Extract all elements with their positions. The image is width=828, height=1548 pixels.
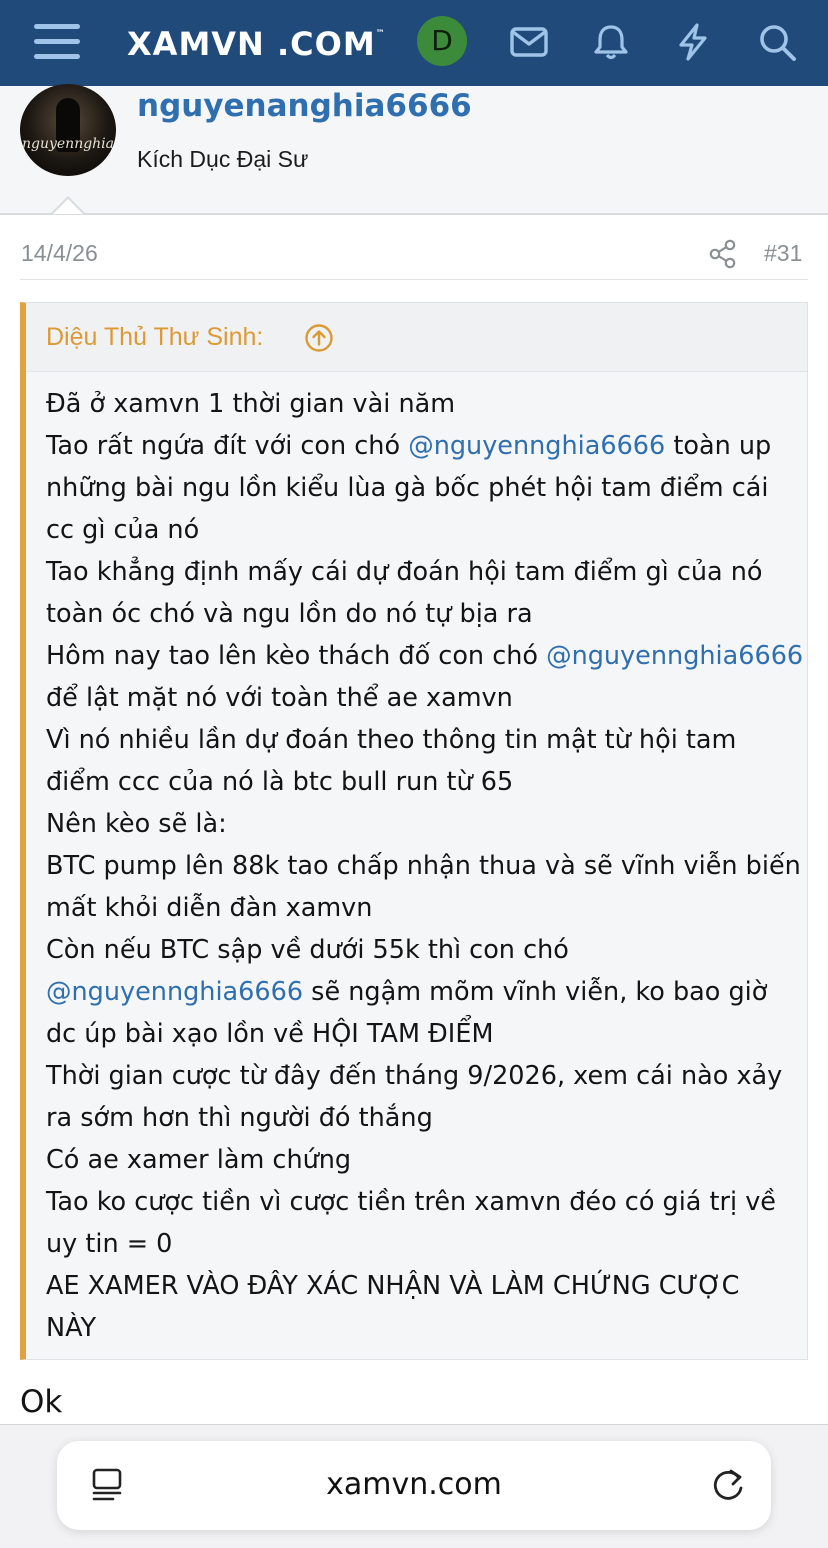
quote-line: uy tin = 0 [46, 1229, 173, 1259]
quote-line: BTC pump lên 88k tao chấp nhận thua và s… [46, 851, 801, 881]
top-navigation-bar: XAMVN .COM™ D [0, 0, 828, 86]
user-avatar[interactable]: nguyennghia [20, 84, 116, 176]
quote-author-link[interactable]: Diệu Thủ Thư Sinh: [46, 323, 263, 352]
quote-line: mất khỏi diễn đàn xamvn [46, 893, 373, 923]
quote-header: Diệu Thủ Thư Sinh: [26, 303, 807, 372]
quote-block: Diệu Thủ Thư Sinh: Đã ở xamvn 1 thời gia… [20, 302, 808, 1360]
reply-text: Ok [20, 1384, 63, 1420]
jump-to-quote-icon[interactable] [304, 323, 334, 353]
quote-line: điểm ccc của nó là btc bull run từ 65 [46, 767, 514, 797]
quote-line: Vì nó nhiều lần dự đoán theo thông tin m… [46, 725, 737, 755]
username-link[interactable]: nguyenanghia6666 [137, 88, 472, 124]
quote-line: NÀY [46, 1313, 97, 1343]
mention-link[interactable]: @nguyennghia6666 [46, 977, 303, 1007]
share-icon[interactable] [708, 238, 738, 270]
quote-line: cc gì của nó [46, 515, 200, 545]
quote-line: Hôm nay tao lên kèo thách đố con chó @ng… [46, 641, 804, 671]
divider [20, 279, 808, 280]
account-avatar[interactable]: D [417, 16, 467, 66]
quote-line: Thời gian cược từ đây đến tháng 9/2026, … [46, 1061, 783, 1091]
site-logo[interactable]: XAMVN .COM™ [127, 24, 386, 64]
quote-line: AE XAMER VÀO ĐÂY XÁC NHẬN VÀ LÀM CHỨNG C… [46, 1271, 740, 1301]
quote-line: Đã ở xamvn 1 thời gian vài năm [46, 389, 456, 419]
reload-icon[interactable] [709, 1466, 747, 1504]
quote-line: ra sớm hơn thì người đó thắng [46, 1103, 433, 1133]
quote-line: toàn óc chó và ngu lồn do nó tự bịa ra [46, 599, 533, 629]
quote-line: dc úp bài xạo lồn về HỘI TAM ĐIỂM [46, 1019, 494, 1049]
quote-line: Tao rất ngứa đít với con chó @nguyennghi… [46, 431, 772, 461]
quote-line: Nên kèo sẽ là: [46, 809, 227, 839]
quote-line: những bài ngu lồn kiểu lùa gà bốc phét h… [46, 473, 769, 503]
quote-line: Tao ko cược tiền vì cược tiền trên xamvn… [46, 1187, 776, 1217]
quote-line: để lật mặt nó với toàn thể ae xamvn [46, 683, 513, 713]
quote-line: Có ae xamer làm chứng [46, 1145, 352, 1175]
lightning-icon[interactable] [671, 20, 715, 64]
mention-link[interactable]: @nguyennghia6666 [408, 431, 665, 461]
quote-line: @nguyennghia6666 sẽ ngậm mõm vĩnh viễn, … [46, 977, 768, 1007]
pointer-arrow-fill [53, 199, 83, 214]
search-icon[interactable] [755, 20, 799, 64]
address-bar[interactable]: xamvn.com [57, 1441, 771, 1530]
envelope-icon[interactable] [507, 20, 551, 64]
post-date[interactable]: 14/4/26 [21, 240, 98, 267]
quote-content: Đã ở xamvn 1 thời gian vài năm Tao rất n… [46, 383, 804, 1349]
url-text[interactable]: xamvn.com [57, 1467, 771, 1502]
post-number-link[interactable]: #31 [764, 240, 802, 267]
quote-line: Còn nếu BTC sập về dưới 55k thì con chó [46, 935, 569, 965]
menu-icon[interactable] [34, 22, 80, 62]
user-title: Kích Dục Đại Sư [137, 146, 309, 172]
mention-link[interactable]: @nguyennghia6666 [546, 641, 803, 671]
quote-line: Tao khẳng định mấy cái dự đoán hội tam đ… [46, 557, 763, 587]
bell-icon[interactable] [589, 20, 633, 64]
browser-bottom-bar: xamvn.com [0, 1424, 828, 1548]
post-author-block: nguyennghia nguyenanghia6666 Kích Dục Đạ… [0, 84, 828, 215]
